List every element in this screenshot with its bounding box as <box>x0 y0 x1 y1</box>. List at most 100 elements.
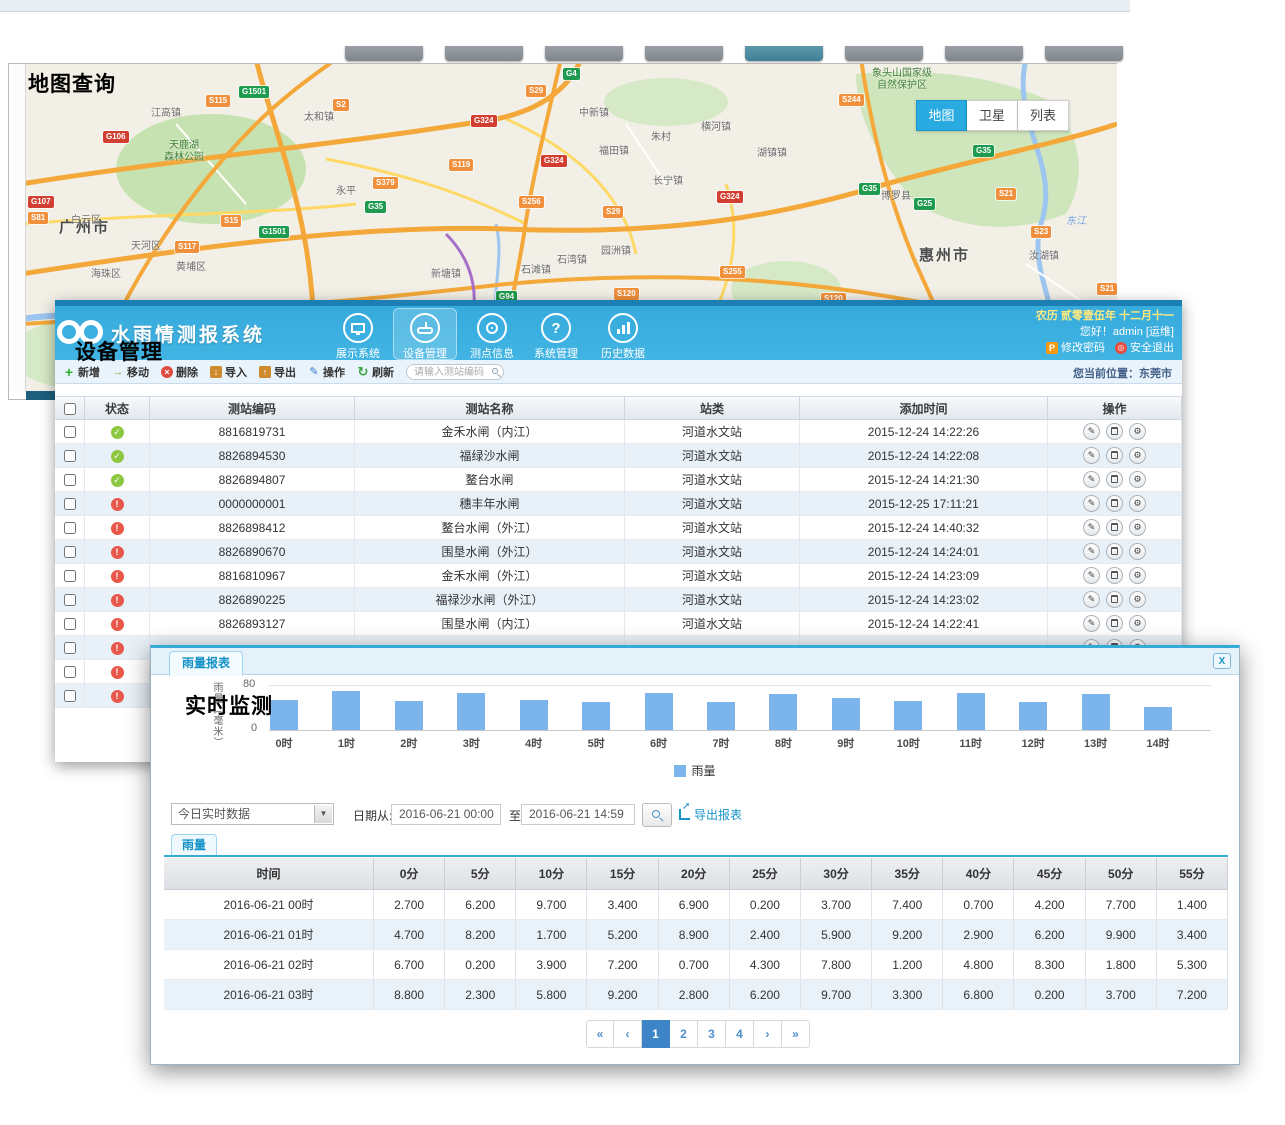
report-value-cell: 7.800 <box>801 950 872 979</box>
row-checkbox[interactable] <box>64 546 76 558</box>
trash-icon[interactable] <box>1106 591 1123 608</box>
export-report-link[interactable]: 导出报表 <box>679 806 742 823</box>
map-type-satellite[interactable]: 卫星 <box>967 100 1018 131</box>
close-icon[interactable]: X <box>1213 653 1231 669</box>
top-tab[interactable] <box>345 46 423 61</box>
edit-icon[interactable]: ✎ <box>1083 495 1100 512</box>
row-checkbox[interactable] <box>64 570 76 582</box>
page-button-1[interactable]: 1 <box>642 1020 670 1048</box>
trash-icon[interactable] <box>1106 519 1123 536</box>
trash-icon[interactable] <box>1106 543 1123 560</box>
trash-icon[interactable] <box>1106 615 1123 632</box>
row-checkbox[interactable] <box>64 522 76 534</box>
top-tab[interactable] <box>845 46 923 61</box>
export-button[interactable]: ↑导出 <box>259 364 296 380</box>
report-column-header: 50分 <box>1086 858 1157 889</box>
trash-glyph <box>1111 475 1118 483</box>
tab-rain-report[interactable]: 雨量报表 <box>169 651 243 676</box>
date-from-input[interactable]: 2016-06-21 00:00 <box>391 804 501 825</box>
row-checkbox[interactable] <box>64 642 76 654</box>
bar-chart-icon <box>608 313 638 343</box>
page-button-2[interactable]: 2 <box>670 1020 698 1048</box>
edit-icon[interactable]: ✎ <box>1083 615 1100 632</box>
trash-icon[interactable] <box>1106 423 1123 440</box>
row-select-cell <box>55 516 85 540</box>
report-value-cell: 5.800 <box>516 980 587 1009</box>
top-tab[interactable] <box>745 46 823 61</box>
top-tab[interactable] <box>545 46 623 61</box>
row-checkbox[interactable] <box>64 498 76 510</box>
trash-icon[interactable] <box>1106 495 1123 512</box>
search-button[interactable] <box>642 803 672 827</box>
delete-button[interactable]: ×删除 <box>161 364 198 380</box>
search-input[interactable]: 请输入测站编码 <box>406 364 504 380</box>
top-tab[interactable] <box>445 46 523 61</box>
y-tick-0: 0 <box>251 722 257 734</box>
status-cell: ! <box>85 492 150 516</box>
gear-icon[interactable]: ⚙ <box>1129 543 1146 560</box>
status-cell: ! <box>85 516 150 540</box>
station-time-cell: 2015-12-24 14:22:26 <box>800 420 1048 444</box>
gear-icon[interactable]: ⚙ <box>1129 471 1146 488</box>
row-checkbox[interactable] <box>64 474 76 486</box>
trash-icon[interactable] <box>1106 447 1123 464</box>
top-tab[interactable] <box>945 46 1023 61</box>
trash-icon[interactable] <box>1106 567 1123 584</box>
tab-rainfall[interactable]: 雨量 <box>171 834 217 856</box>
gear-icon[interactable]: ⚙ <box>1129 447 1146 464</box>
nav-display-system[interactable]: 展示系统 <box>326 308 390 360</box>
top-tab[interactable] <box>645 46 723 61</box>
row-checkbox[interactable] <box>64 450 76 462</box>
chevron-down-icon[interactable]: ▼ <box>314 805 332 823</box>
first-page-button[interactable]: « <box>586 1020 614 1048</box>
gear-icon[interactable]: ⚙ <box>1129 567 1146 584</box>
map-type-list[interactable]: 列表 <box>1018 100 1069 131</box>
gear-icon[interactable]: ⚙ <box>1129 591 1146 608</box>
report-value-cell: 2.900 <box>943 920 1014 949</box>
row-checkbox[interactable] <box>64 666 76 678</box>
gear-icon[interactable]: ⚙ <box>1129 519 1146 536</box>
prev-page-button[interactable]: ‹ <box>614 1020 642 1048</box>
edit-icon[interactable]: ✎ <box>1083 423 1100 440</box>
edit-icon[interactable]: ✎ <box>1083 519 1100 536</box>
gear-icon[interactable]: ⚙ <box>1129 495 1146 512</box>
nav-point-info[interactable]: 测点信息 <box>460 308 524 360</box>
page-button-4[interactable]: 4 <box>726 1020 754 1048</box>
edit-icon[interactable]: ✎ <box>1083 543 1100 560</box>
gear-icon[interactable]: ⚙ <box>1129 615 1146 632</box>
select-all-checkbox[interactable] <box>64 403 76 415</box>
map-town-label: 石湾镇 <box>557 251 587 266</box>
change-password-link[interactable]: P修改密码 <box>1046 340 1105 356</box>
nav-system-mgmt[interactable]: ?系统管理 <box>524 308 588 360</box>
refresh-button[interactable]: ↻刷新 <box>357 364 394 380</box>
operate-button[interactable]: ✎操作 <box>308 364 345 380</box>
edit-icon[interactable]: ✎ <box>1083 471 1100 488</box>
edit-icon[interactable]: ✎ <box>1083 567 1100 584</box>
nav-history-data[interactable]: 历史数据 <box>591 308 655 360</box>
edit-icon[interactable]: ✎ <box>1083 447 1100 464</box>
import-button[interactable]: ↓导入 <box>210 364 247 380</box>
gear-icon[interactable]: ⚙ <box>1129 423 1146 440</box>
row-checkbox[interactable] <box>64 426 76 438</box>
trash-icon[interactable] <box>1106 471 1123 488</box>
next-page-button[interactable]: › <box>754 1020 782 1048</box>
nav-device-mgmt[interactable]: 设备管理 <box>393 308 457 360</box>
logout-link[interactable]: ◎安全退出 <box>1115 340 1174 356</box>
page-button-3[interactable]: 3 <box>698 1020 726 1048</box>
data-mode-select[interactable]: 今日实时数据 ▼ <box>171 803 334 825</box>
edit-icon[interactable]: ✎ <box>1083 591 1100 608</box>
date-to-input[interactable]: 2016-06-21 14:59 <box>521 804 635 825</box>
report-value-cell: 6.700 <box>374 950 445 979</box>
road-badge: G324 <box>471 115 497 127</box>
power-icon: ◎ <box>1115 342 1127 354</box>
report-column-header: 25分 <box>730 858 801 889</box>
status-cell: ✓ <box>85 420 150 444</box>
map-type-map[interactable]: 地图 <box>916 100 967 131</box>
top-tab[interactable] <box>1045 46 1123 61</box>
map-town-label: 天河区 <box>131 237 161 252</box>
row-checkbox[interactable] <box>64 594 76 606</box>
last-page-button[interactable]: » <box>782 1020 810 1048</box>
row-checkbox[interactable] <box>64 690 76 702</box>
row-checkbox[interactable] <box>64 618 76 630</box>
toolbar-button-label: 导出 <box>274 364 296 380</box>
